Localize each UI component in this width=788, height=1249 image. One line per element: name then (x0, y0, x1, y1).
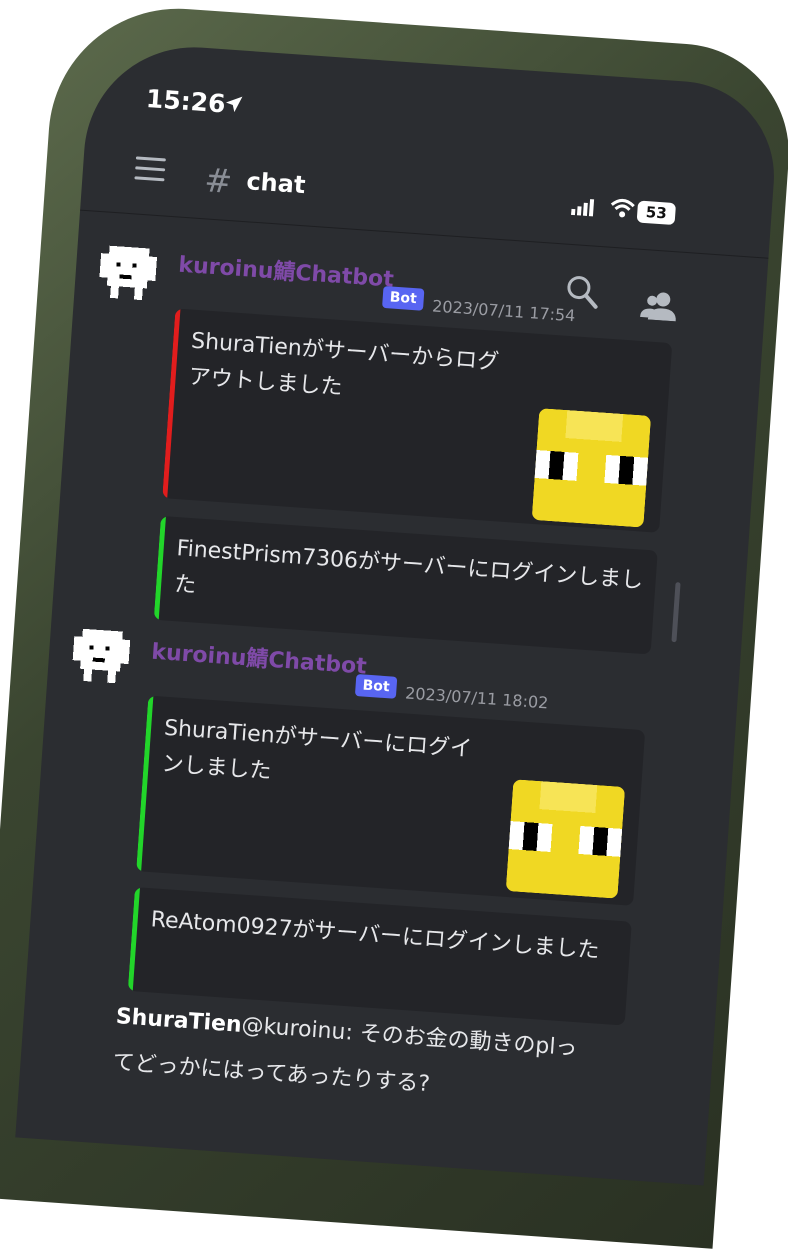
embed-text: ShuraTienがサーバーからログアウトしました (187, 328, 500, 401)
chat-author[interactable]: ShuraTien (115, 1004, 242, 1038)
dog-avatar-icon[interactable] (94, 237, 162, 305)
embed-login: FinestPrism7306がサーバーにログインしました (153, 515, 658, 655)
message-timestamp: 2023/07/11 17:54 (431, 296, 577, 326)
status-time: 15:26 (145, 83, 227, 119)
scrollbar[interactable] (671, 582, 681, 643)
embed-logout: ShuraTienがサーバーからログアウトしました (162, 308, 673, 533)
embed-text: FinestPrism7306がサーバーにログインしました (173, 536, 644, 599)
embed-text: ShuraTienがサーバーにログインしました (160, 715, 473, 785)
dog-avatar-icon[interactable] (67, 620, 135, 688)
embed-login: ShuraTienがサーバーにログインしました (136, 695, 646, 906)
members-icon[interactable] (640, 289, 678, 325)
chat-text: : そのお金の動きのplっ (344, 1020, 579, 1062)
location-arrow-icon (223, 93, 245, 118)
embed-text: ReAtom0927がサーバーにログインしました (149, 907, 601, 964)
battery-indicator: 53 (636, 200, 677, 226)
message-author[interactable]: kuroinu鯖Chatbot (178, 247, 395, 294)
signal-icon (570, 196, 599, 222)
menu-icon[interactable] (134, 155, 168, 187)
message-author[interactable]: kuroinu鯖Chatbot (151, 634, 368, 681)
yellow-face-thumbnail[interactable] (531, 408, 652, 528)
hash-icon: # (203, 160, 234, 202)
embed-color-bar (162, 308, 181, 499)
embed-color-bar (136, 695, 154, 872)
channel-name[interactable]: chat (246, 167, 307, 199)
yellow-face-thumbnail[interactable] (505, 779, 626, 899)
message-timestamp: 2023/07/11 18:02 (404, 683, 549, 713)
bot-badge: Bot (354, 673, 398, 699)
wifi-icon (609, 197, 637, 225)
embed-color-bar (153, 515, 166, 621)
embed-color-bar (127, 887, 141, 992)
phone-screen: 15:26 53 # chat kuroinu鯖Chatbot Bot 2023… (15, 40, 781, 1186)
bot-badge: Bot (382, 285, 425, 311)
chat-mention[interactable]: @kuroinu (241, 1013, 347, 1045)
